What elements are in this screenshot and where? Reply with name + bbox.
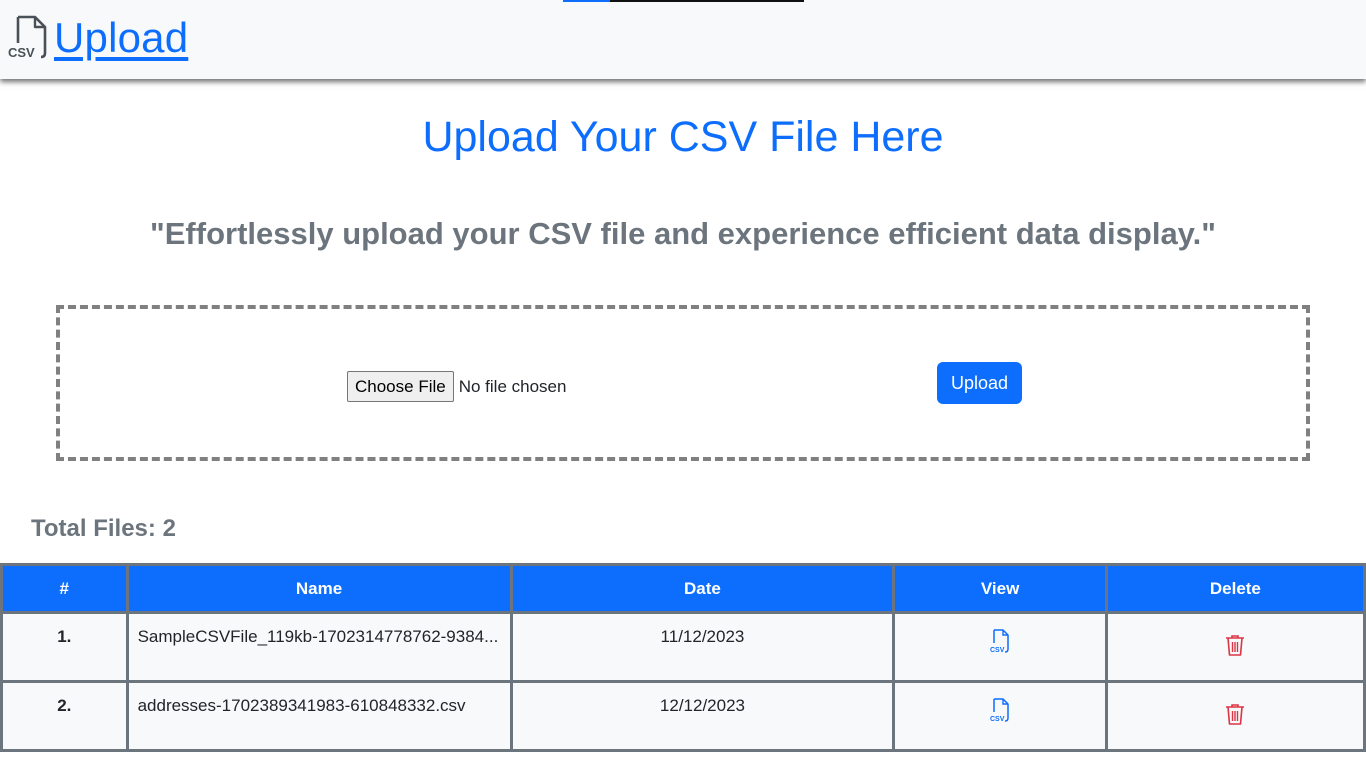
upload-dropzone[interactable]: Choose File No file chosen Upload [56,305,1310,461]
file-status-text: No file chosen [458,376,567,396]
column-header-delete: Delete [1104,563,1366,614]
trash-icon [1226,635,1245,656]
row-file-name: addresses-1702389341983-610848332.csv [125,680,513,752]
navbar: CSV Upload [0,0,1366,79]
row-index: 2. [0,680,129,752]
total-files-label: Total Files: 2 [31,515,176,542]
view-file-button[interactable]: CSV [989,627,1011,660]
csv-file-icon: CSV [990,698,1009,723]
top-scroll-strip [563,0,804,2]
page-title: Upload Your CSV File Here [422,113,944,161]
table-row: 2. addresses-1702389341983-610848332.csv… [0,680,1366,752]
row-index: 1. [0,611,129,683]
row-view-cell: CSV [892,611,1108,683]
row-delete-cell [1104,680,1366,752]
table-row: 1. SampleCSVFile_119kb-1702314778762-938… [0,611,1366,683]
csv-file-icon: CSV [990,629,1009,654]
row-date: 12/12/2023 [509,680,896,752]
files-table: # Name Date View Delete 1. SampleCSVFile… [0,563,1366,752]
column-header-name: Name [125,563,513,614]
column-header-view: View [892,563,1108,614]
delete-file-button[interactable] [1225,696,1245,730]
trash-icon [1226,704,1245,725]
row-delete-cell [1104,611,1366,683]
brand-link[interactable]: CSV Upload [8,12,188,64]
svg-text:CSV: CSV [990,716,1005,723]
column-header-date: Date [509,563,896,614]
row-date: 11/12/2023 [509,611,896,683]
row-file-name: SampleCSVFile_119kb-1702314778762-9384..… [125,611,513,683]
csv-file-icon: CSV [8,15,47,60]
row-view-cell: CSV [892,680,1108,752]
svg-text:CSV: CSV [8,45,35,60]
svg-text:CSV: CSV [990,647,1005,654]
file-input[interactable]: Choose File No file chosen [347,371,566,402]
upload-button[interactable]: Upload [937,362,1022,404]
column-header-index: # [0,563,129,614]
table-header-row: # Name Date View Delete [0,563,1366,614]
brand-text[interactable]: Upload [54,14,188,62]
delete-file-button[interactable] [1225,627,1245,661]
page-subtitle: "Effortlessly upload your CSV file and e… [150,216,1216,251]
view-file-button[interactable]: CSV [989,696,1011,729]
choose-file-button[interactable]: Choose File [347,371,454,402]
